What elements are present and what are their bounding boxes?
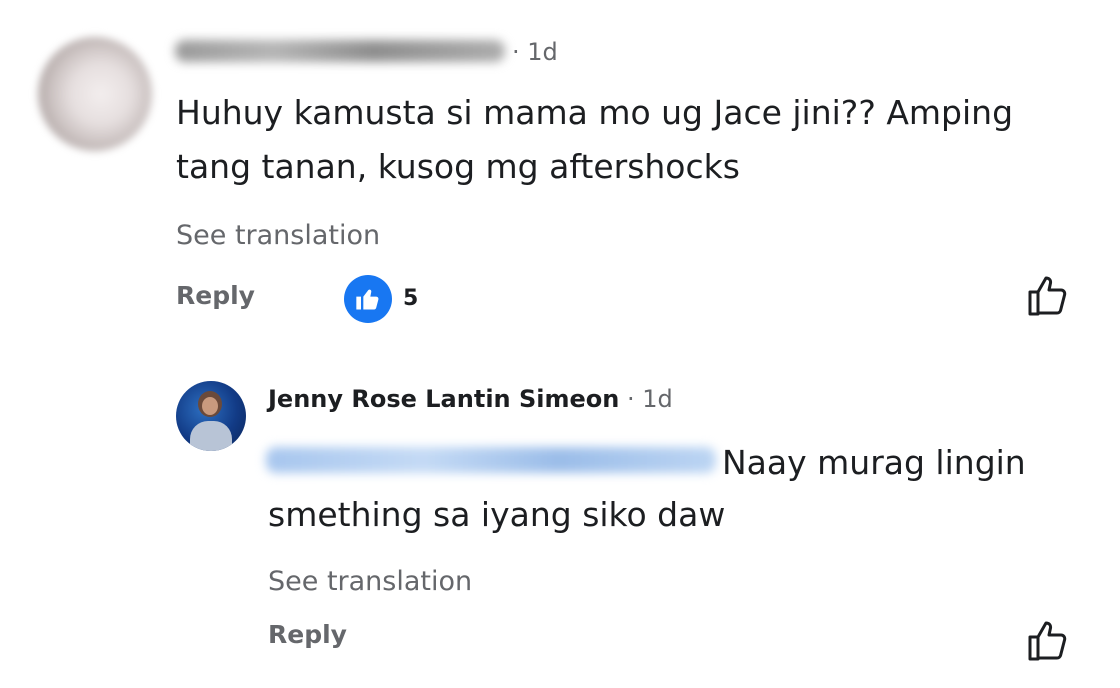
mention-tag-blurred[interactable] — [266, 447, 716, 473]
comment-timestamp: · 1d — [512, 38, 558, 66]
thumbs-up-icon[interactable] — [1024, 272, 1072, 324]
commenter-name-blurred[interactable] — [175, 40, 505, 62]
commenter-avatar[interactable] — [38, 37, 152, 151]
reply-text-line2: smething sa iyang siko daw — [268, 495, 726, 534]
reply-timestamp: · 1d — [627, 385, 673, 413]
reply-header: Jenny Rose Lantin Simeon · 1d — [268, 385, 673, 413]
reaction-count[interactable]: 5 — [403, 286, 418, 311]
avatar-face — [202, 397, 218, 415]
reply-author-avatar[interactable] — [176, 381, 246, 451]
like-reaction-icon[interactable] — [344, 275, 392, 323]
comment-text: Huhuy kamusta si mama mo ug Jace jini?? … — [176, 93, 1014, 186]
see-translation-link[interactable]: See translation — [176, 220, 380, 251]
reply-author-name[interactable]: Jenny Rose Lantin Simeon — [268, 385, 619, 413]
reply-see-translation-link[interactable]: See translation — [268, 566, 472, 597]
reply-text-line1: Naay murag lingin — [722, 443, 1026, 482]
reply-thumbs-up-icon[interactable] — [1024, 617, 1072, 669]
reply-button[interactable]: Reply — [176, 281, 255, 310]
reply-reply-button[interactable]: Reply — [268, 620, 347, 649]
avatar-body — [190, 421, 232, 451]
